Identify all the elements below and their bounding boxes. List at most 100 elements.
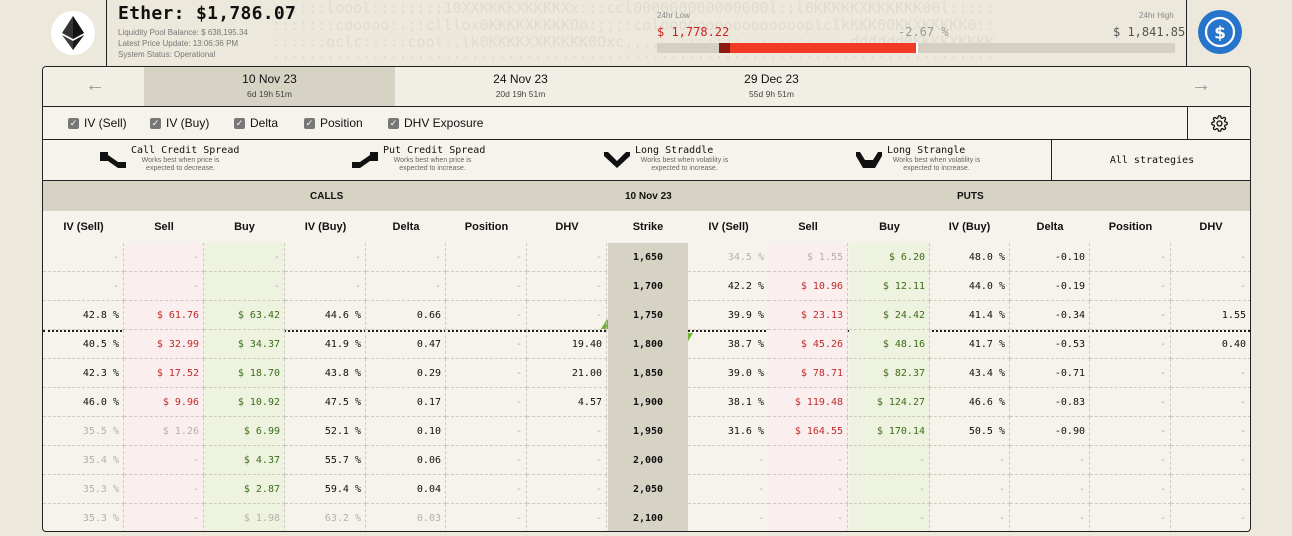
strike-cell: 2,050 bbox=[608, 475, 688, 504]
settings-button[interactable] bbox=[1187, 107, 1250, 139]
puts-sell-cell[interactable]: $ 45.26 bbox=[768, 330, 848, 359]
calls-delta-cell: 0.66 bbox=[366, 301, 446, 330]
calls-buy-cell[interactable]: $ 63.42 bbox=[204, 301, 285, 330]
calls-buy-cell[interactable]: $ 2.87 bbox=[204, 475, 285, 504]
arrow-right-icon[interactable]: → bbox=[1191, 74, 1211, 97]
strike-cell: 2,100 bbox=[608, 504, 688, 531]
puts-iv-sell-cell: - bbox=[688, 504, 769, 531]
toggle-delta[interactable]: ✓ Delta bbox=[234, 116, 278, 130]
puts-iv-buy-cell: 41.7 % bbox=[929, 330, 1010, 359]
calls-buy-cell[interactable]: $ 1.98 bbox=[204, 504, 285, 531]
checkbox-checked-icon[interactable]: ✓ bbox=[68, 117, 79, 129]
toggle-iv-buy[interactable]: ✓ IV (Buy) bbox=[150, 116, 209, 130]
strike-header: Strike bbox=[632, 221, 664, 233]
calls-sell-cell: - bbox=[124, 446, 204, 475]
strategy-long-straddle[interactable]: Long Straddle Works best when volatility… bbox=[547, 140, 799, 180]
calls-buy-cell[interactable]: $ 34.37 bbox=[204, 330, 285, 359]
checkbox-checked-icon[interactable]: ✓ bbox=[388, 117, 399, 129]
puts-delta-cell: -0.53 bbox=[1010, 330, 1090, 359]
calls-iv-sell-cell: 46.0 % bbox=[43, 388, 124, 417]
puts-header-iv-buy: IV (Buy) bbox=[948, 221, 991, 233]
section-header: CALLS 10 Nov 23 PUTS bbox=[43, 181, 1250, 211]
puts-buy-cell[interactable]: $ 170.14 bbox=[849, 417, 930, 446]
puts-iv-sell-cell: - bbox=[688, 446, 769, 475]
table-row: 42.3 % $ 17.52 $ 18.70 43.8 % 0.29-21.00 1,85… bbox=[43, 359, 1250, 388]
gear-icon[interactable] bbox=[1210, 114, 1228, 132]
puts-buy-cell: - bbox=[849, 475, 930, 504]
expiry-tab-0[interactable]: 10 Nov 23 6d 19h 51m bbox=[144, 67, 395, 106]
checkbox-checked-icon[interactable]: ✓ bbox=[150, 117, 161, 129]
strike-cell: 1,950 bbox=[608, 417, 688, 446]
calls-position-cell: - bbox=[446, 388, 527, 417]
liquidity-balance: Liquidity Pool Balance: $ 638,195.34 bbox=[118, 28, 248, 37]
toggle-label: IV (Buy) bbox=[166, 116, 210, 130]
puts-buy-cell: - bbox=[849, 446, 930, 475]
toggle-position[interactable]: ✓ Position bbox=[304, 116, 363, 130]
calls-buy-cell[interactable]: $ 4.37 bbox=[204, 446, 285, 475]
range-low-value: $ 1,778.22 bbox=[657, 25, 730, 39]
calls-iv-sell-cell: 42.8 % bbox=[43, 301, 124, 330]
puts-section-label: PUTS bbox=[957, 191, 984, 202]
ethereum-icon bbox=[51, 11, 95, 55]
puts-position-cell: - bbox=[1090, 243, 1171, 272]
puts-buy-cell[interactable]: $ 6.20 bbox=[849, 243, 930, 272]
expiry-tab-1[interactable]: 24 Nov 23 20d 19h 51m bbox=[395, 67, 646, 106]
strategy-long-strangle[interactable]: Long Strangle Works best when volatility… bbox=[799, 140, 1051, 180]
puts-iv-sell-cell: 34.5 % bbox=[688, 243, 769, 272]
expiry-selector: ← 10 Nov 23 6d 19h 51m 24 Nov 23 20d 19h… bbox=[43, 67, 1250, 106]
checkbox-checked-icon[interactable]: ✓ bbox=[304, 117, 315, 129]
header-divider-right bbox=[1186, 0, 1187, 66]
toggle-dhv-exposure[interactable]: ✓ DHV Exposure bbox=[388, 116, 483, 130]
puts-dhv-cell: - bbox=[1171, 417, 1250, 446]
calls-sell-cell[interactable]: $ 1.26 bbox=[124, 417, 204, 446]
calls-sell-cell[interactable]: $ 32.99 bbox=[124, 330, 204, 359]
puts-dhv-cell: - bbox=[1171, 446, 1250, 475]
puts-dhv-cell: - bbox=[1171, 388, 1250, 417]
puts-delta-cell: -0.71 bbox=[1010, 359, 1090, 388]
puts-dhv-cell: 0.40 bbox=[1171, 330, 1250, 359]
table-row: 35.3 % - $ 2.87 59.4 % 0.04- -2,050- - - - - - - bbox=[43, 475, 1250, 504]
price-range-fill bbox=[730, 43, 916, 53]
checkbox-checked-icon[interactable]: ✓ bbox=[234, 117, 245, 129]
expiry-tab-2[interactable]: 29 Dec 23 55d 9h 51m bbox=[646, 67, 897, 106]
puts-buy-cell[interactable]: $ 48.16 bbox=[849, 330, 930, 359]
puts-sell-cell[interactable]: $ 23.13 bbox=[768, 301, 848, 330]
puts-sell-cell[interactable]: $ 10.96 bbox=[768, 272, 848, 301]
toggle-iv-sell[interactable]: ✓ IV (Sell) bbox=[68, 116, 127, 130]
calls-sell-cell[interactable]: $ 9.96 bbox=[124, 388, 204, 417]
puts-buy-cell: - bbox=[849, 504, 930, 531]
table-row: 35.4 % - $ 4.37 55.7 % 0.06- -2,000- - - - - - - bbox=[43, 446, 1250, 475]
arrow-left-icon[interactable]: ← bbox=[85, 74, 105, 97]
puts-buy-cell[interactable]: $ 82.37 bbox=[849, 359, 930, 388]
strategy-description: Works best when volatility is expected t… bbox=[892, 157, 981, 172]
column-header-row: IV (Sell) Sell Buy IV (Buy) Delta Position DHV… bbox=[43, 211, 1250, 243]
puts-sell-cell[interactable]: $ 78.71 bbox=[768, 359, 848, 388]
toggle-label: DHV Exposure bbox=[404, 116, 484, 130]
calls-header-iv-sell: IV (Sell) bbox=[63, 221, 104, 233]
puts-sell-cell[interactable]: $ 164.55 bbox=[768, 417, 848, 446]
calls-sell-cell[interactable]: $ 17.52 bbox=[124, 359, 204, 388]
strike-cell: 1,750 bbox=[608, 301, 688, 330]
calls-buy-cell[interactable]: $ 10.92 bbox=[204, 388, 285, 417]
calls-header-dhv: DHV bbox=[555, 221, 579, 233]
options-chain-table: - - - - - - -1,650 34.5 % $ 1.55 $ 6.20 48.0 % -0.1… bbox=[43, 243, 1250, 531]
strategy-call-credit-spread[interactable]: Call Credit Spread Works best when price… bbox=[43, 140, 295, 180]
calls-delta-cell: 0.47 bbox=[366, 330, 446, 359]
puts-buy-cell[interactable]: $ 12.11 bbox=[849, 272, 930, 301]
usdc-icon: $ bbox=[1198, 10, 1242, 54]
strategy-put-credit-spread[interactable]: Put Credit Spread Works best when price … bbox=[295, 140, 547, 180]
all-strategies-button[interactable]: All strategies bbox=[1051, 140, 1250, 180]
calls-iv-buy-cell: 47.5 % bbox=[285, 388, 366, 417]
calls-position-cell: - bbox=[446, 272, 527, 301]
puts-sell-cell[interactable]: $ 1.55 bbox=[768, 243, 848, 272]
puts-sell-cell: - bbox=[768, 446, 848, 475]
calls-header-buy: Buy bbox=[234, 221, 255, 233]
puts-buy-cell[interactable]: $ 24.42 bbox=[849, 301, 930, 330]
calls-sell-cell[interactable]: $ 61.76 bbox=[124, 301, 204, 330]
table-row: 35.3 % - $ 1.98 63.2 % 0.03- -2,100- - - - - - - bbox=[43, 504, 1250, 531]
calls-buy-cell[interactable]: $ 18.70 bbox=[204, 359, 285, 388]
calls-buy-cell[interactable]: $ 6.99 bbox=[204, 417, 285, 446]
puts-sell-cell[interactable]: $ 119.48 bbox=[768, 388, 848, 417]
calls-header-delta: Delta bbox=[392, 221, 420, 233]
puts-buy-cell[interactable]: $ 124.27 bbox=[849, 388, 930, 417]
